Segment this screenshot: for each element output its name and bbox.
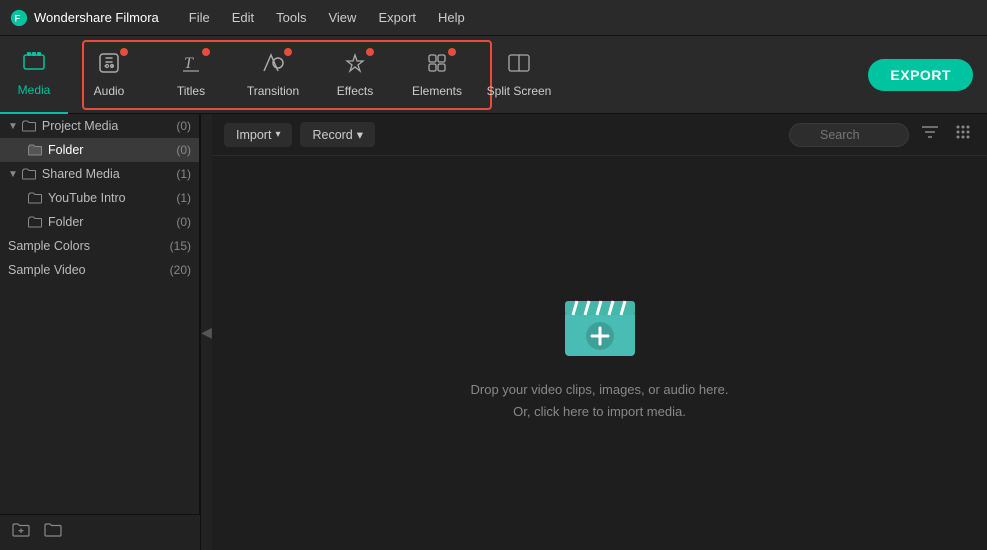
import-label: Import [236,128,271,142]
app-logo: F Wondershare Filmora [10,9,159,27]
elements-icon [426,52,448,80]
titles-icon: T [180,52,202,80]
sample-video-count: (20) [170,263,191,277]
elements-dot [448,48,456,56]
import-button[interactable]: Import ▾ [224,123,292,147]
resize-handle[interactable]: ◀ [200,114,212,550]
grid-icon[interactable] [951,120,975,149]
project-media-count: (0) [176,119,191,133]
drop-area[interactable]: Drop your video clips, images, or audio … [212,156,987,550]
drop-line1: Drop your video clips, images, or audio … [471,379,729,401]
toolbar-items: Media Audio T [0,36,560,113]
titles-dot [202,48,210,56]
toolbar: Media Audio T [0,36,987,114]
sidebar-item-shared-folder[interactable]: Folder (0) [0,210,199,234]
audio-label: Audio [94,84,125,98]
drop-text: Drop your video clips, images, or audio … [471,379,729,423]
audio-icon [98,52,120,80]
toolbar-item-audio[interactable]: Audio [68,36,150,114]
shared-folder-icon [22,168,36,180]
import-chevron-icon: ▾ [275,129,280,140]
record-label: Record [312,128,352,142]
search-wrapper: 🔍 [789,123,909,147]
menu-tools[interactable]: Tools [266,6,316,29]
media-label: Media [18,83,51,97]
sidebar: ▼ Project Media (0) Folder (0) ▼ Shared … [0,114,200,550]
split-screen-icon [507,52,531,80]
svg-text:F: F [15,13,21,23]
toolbar-item-media[interactable]: Media [0,36,68,114]
clapperboard-icon [555,283,645,363]
shared-sub-folder-count: (0) [176,215,191,229]
menu-file[interactable]: File [179,6,220,29]
elements-label: Elements [412,84,462,98]
app-name: Wondershare Filmora [34,10,159,25]
add-folder-icon[interactable] [12,522,30,543]
sidebar-item-shared-media[interactable]: ▼ Shared Media (1) [0,162,199,186]
effects-label: Effects [337,84,373,98]
drop-line2: Or, click here to import media. [471,401,729,423]
transition-dot [284,48,292,56]
shared-sub-folder-label: Folder [48,215,83,229]
folder-icon-selected [28,144,42,156]
youtube-intro-count: (1) [176,191,191,205]
sidebar-item-youtube-intro[interactable]: YouTube Intro (1) [0,186,199,210]
sample-colors-label: Sample Colors [8,239,90,253]
youtube-intro-label: YouTube Intro [48,191,126,205]
toolbar-export-area: EXPORT [868,36,987,113]
sidebar-item-folder[interactable]: Folder (0) [0,138,199,162]
title-bar: F Wondershare Filmora File Edit Tools Vi… [0,0,987,36]
split-screen-label: Split Screen [487,84,552,98]
sidebar-item-sample-video[interactable]: Sample Video (20) [0,258,199,282]
toolbar-item-titles[interactable]: T Titles [150,36,232,114]
audio-dot [120,48,128,56]
drop-area-inner: Drop your video clips, images, or audio … [471,283,729,423]
sidebar-item-sample-colors[interactable]: Sample Colors (15) [0,234,199,258]
media-icon [22,51,46,79]
search-input[interactable] [789,123,909,147]
youtube-intro-icon [28,192,42,204]
effects-dot [366,48,374,56]
svg-text:T: T [184,55,194,72]
transition-icon [261,52,285,80]
sample-colors-count: (15) [170,239,191,253]
shared-arrow-icon: ▼ [8,169,18,180]
content-area: Import ▾ Record ▾ 🔍 [212,114,987,550]
new-folder-icon[interactable] [44,522,62,543]
menu-bar: File Edit Tools View Export Help [179,6,475,29]
menu-view[interactable]: View [318,6,366,29]
menu-help[interactable]: Help [428,6,475,29]
toolbar-item-split-screen[interactable]: Split Screen [478,36,560,114]
menu-export[interactable]: Export [368,6,426,29]
toolbar-item-elements[interactable]: Elements [396,36,478,114]
shared-media-count: (1) [176,167,191,181]
filter-icon[interactable] [917,120,943,149]
sidebar-item-project-media[interactable]: ▼ Project Media (0) [0,114,199,138]
record-chevron-icon: ▾ [357,127,363,142]
record-button[interactable]: Record ▾ [300,122,375,147]
shared-sub-folder-icon [28,216,42,228]
transition-label: Transition [247,84,299,98]
project-media-label: Project Media [42,119,118,133]
folder-icon [22,120,36,132]
folder-label: Folder [48,143,83,157]
toolbar-item-effects[interactable]: Effects [314,36,396,114]
content-toolbar: Import ▾ Record ▾ 🔍 [212,114,987,156]
export-button[interactable]: EXPORT [868,59,973,91]
titles-label: Titles [177,84,205,98]
toolbar-item-transition[interactable]: Transition [232,36,314,114]
sample-video-label: Sample Video [8,263,86,277]
content-toolbar-right: 🔍 [789,120,975,149]
folder-count: (0) [176,143,191,157]
effects-icon [344,52,366,80]
shared-media-label: Shared Media [42,167,120,181]
menu-edit[interactable]: Edit [222,6,264,29]
arrow-icon: ▼ [8,121,18,132]
